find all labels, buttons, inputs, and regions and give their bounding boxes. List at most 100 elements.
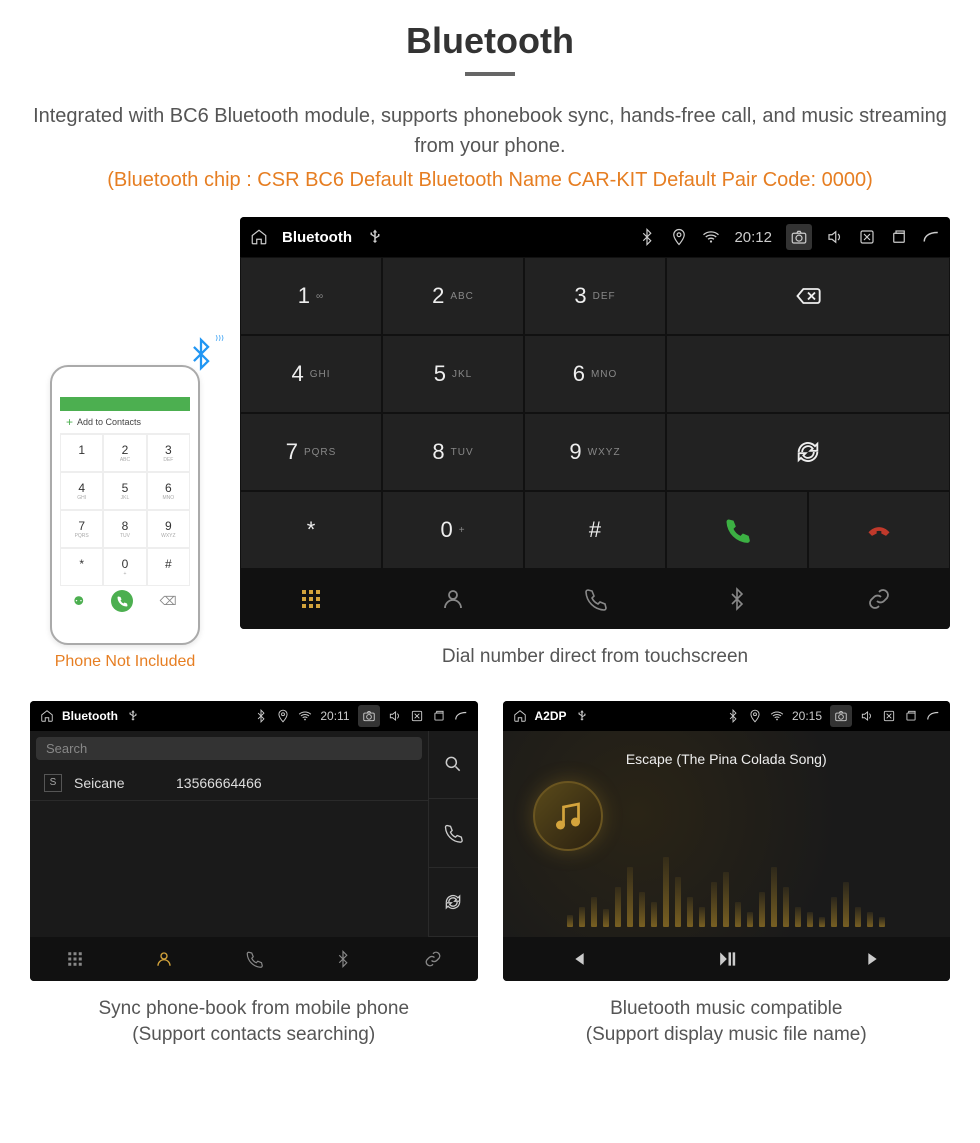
phone-key: *: [60, 548, 103, 586]
eq-bar: [783, 887, 789, 927]
close-app-icon[interactable]: [858, 228, 876, 246]
phone-statusbar: [60, 397, 190, 411]
contacts-device: Bluetooth 20:11 Search SSei: [30, 701, 478, 981]
location-icon: [276, 709, 290, 723]
tab-call-log[interactable]: [524, 569, 666, 629]
statusbar-time: 20:15: [792, 709, 822, 723]
phone-key: 9WXYZ: [147, 510, 190, 548]
sync-button[interactable]: [666, 413, 950, 491]
prev-track-button[interactable]: [503, 937, 652, 981]
eq-bar: [627, 867, 633, 927]
statusbar-title: Bluetooth: [62, 709, 118, 723]
tab-contacts[interactable]: [382, 569, 524, 629]
eq-bar: [603, 909, 609, 927]
back-icon[interactable]: [454, 709, 468, 723]
home-icon[interactable]: [513, 709, 527, 723]
dialpad-key-6[interactable]: 6MNO: [524, 335, 666, 413]
back-icon[interactable]: [922, 228, 940, 246]
bluetooth-icon: [638, 228, 656, 246]
eq-bar: [687, 897, 693, 927]
statusbar-time: 20:11: [320, 709, 349, 723]
page-title: Bluetooth: [30, 20, 950, 62]
volume-icon[interactable]: [826, 228, 844, 246]
tab-pair[interactable]: [808, 569, 950, 629]
dialer-bottom-tabs: [240, 569, 950, 629]
home-icon[interactable]: [40, 709, 54, 723]
camera-icon[interactable]: [830, 705, 852, 727]
volume-icon[interactable]: [860, 709, 874, 723]
contacts-statusbar: Bluetooth 20:11: [30, 701, 478, 731]
contacts-search-button[interactable]: [429, 731, 478, 800]
tab-call-log[interactable]: [209, 937, 299, 981]
phone-key: 4GHI: [60, 472, 103, 510]
phone-backspace-icon: ⌫: [160, 594, 177, 608]
call-button[interactable]: [666, 491, 808, 569]
recent-apps-icon[interactable]: [904, 709, 918, 723]
phone-key: 1: [60, 434, 103, 472]
eq-bar: [675, 877, 681, 927]
dialpad-key-*[interactable]: *: [240, 491, 382, 569]
next-track-button[interactable]: [801, 937, 950, 981]
back-icon[interactable]: [926, 709, 940, 723]
statusbar-title: A2DP: [535, 709, 567, 723]
music-track-title: Escape (The Pina Colada Song): [626, 751, 827, 767]
dialpad-key-4[interactable]: 4GHI: [240, 335, 382, 413]
eq-bar: [699, 907, 705, 927]
hangup-button[interactable]: [808, 491, 950, 569]
usb-icon: [575, 709, 589, 723]
location-icon: [748, 709, 762, 723]
dialpad-key-3[interactable]: 3DEF: [524, 257, 666, 335]
usb-icon: [366, 228, 384, 246]
phone-key: 0+: [103, 548, 146, 586]
phone-key: #: [147, 548, 190, 586]
tab-contacts[interactable]: [120, 937, 210, 981]
dialpad-key-9[interactable]: 9WXYZ: [524, 413, 666, 491]
dialpad-key-7[interactable]: 7PQRS: [240, 413, 382, 491]
close-app-icon[interactable]: [410, 709, 424, 723]
contacts-caption: Sync phone-book from mobile phone (Suppo…: [30, 996, 478, 1049]
title-underline: [465, 72, 515, 76]
statusbar-time: 20:12: [734, 229, 772, 246]
contacts-search-input[interactable]: Search: [36, 737, 422, 760]
contacts-call-button[interactable]: [429, 799, 478, 868]
recent-apps-icon[interactable]: [432, 709, 446, 723]
eq-bar: [651, 902, 657, 927]
eq-bar: [807, 912, 813, 927]
tab-pair[interactable]: [388, 937, 478, 981]
tab-keypad[interactable]: [30, 937, 120, 981]
dialpad-key-2[interactable]: 2ABC: [382, 257, 524, 335]
dialer-caption: Dial number direct from touchscreen: [240, 644, 950, 671]
dialpad-key-5[interactable]: 5JKL: [382, 335, 524, 413]
usb-icon: [126, 709, 140, 723]
music-caption: Bluetooth music compatible (Support disp…: [503, 996, 951, 1049]
tab-bluetooth[interactable]: [666, 569, 808, 629]
backspace-button[interactable]: [666, 257, 950, 335]
contact-row[interactable]: SSeicane13566664466: [30, 766, 428, 801]
phone-call-button: [111, 590, 133, 612]
dialpad-key-0[interactable]: 0+: [382, 491, 524, 569]
eq-bar: [567, 915, 573, 927]
dialpad-key-1[interactable]: 1∞: [240, 257, 382, 335]
bluetooth-icon: [254, 709, 268, 723]
volume-icon[interactable]: [388, 709, 402, 723]
contacts-sync-button[interactable]: [429, 868, 478, 937]
eq-bar: [723, 872, 729, 927]
eq-bar: [831, 897, 837, 927]
eq-bar: [855, 907, 861, 927]
recent-apps-icon[interactable]: [890, 228, 908, 246]
play-pause-button[interactable]: [652, 937, 801, 981]
eq-bar: [711, 882, 717, 927]
dialpad-key-#[interactable]: #: [524, 491, 666, 569]
eq-bar: [663, 857, 669, 927]
tab-bluetooth[interactable]: [299, 937, 389, 981]
phone-key: 6MNO: [147, 472, 190, 510]
close-app-icon[interactable]: [882, 709, 896, 723]
phone-keypad: 12ABC3DEF4GHI5JKL6MNO7PQRS8TUV9WXYZ*0+#: [60, 434, 190, 586]
eq-bar: [759, 892, 765, 927]
camera-icon[interactable]: [358, 705, 380, 727]
home-icon[interactable]: [250, 228, 268, 246]
camera-icon[interactable]: [786, 224, 812, 250]
tab-keypad[interactable]: [240, 569, 382, 629]
dialpad-key-8[interactable]: 8TUV: [382, 413, 524, 491]
phone-key: 3DEF: [147, 434, 190, 472]
